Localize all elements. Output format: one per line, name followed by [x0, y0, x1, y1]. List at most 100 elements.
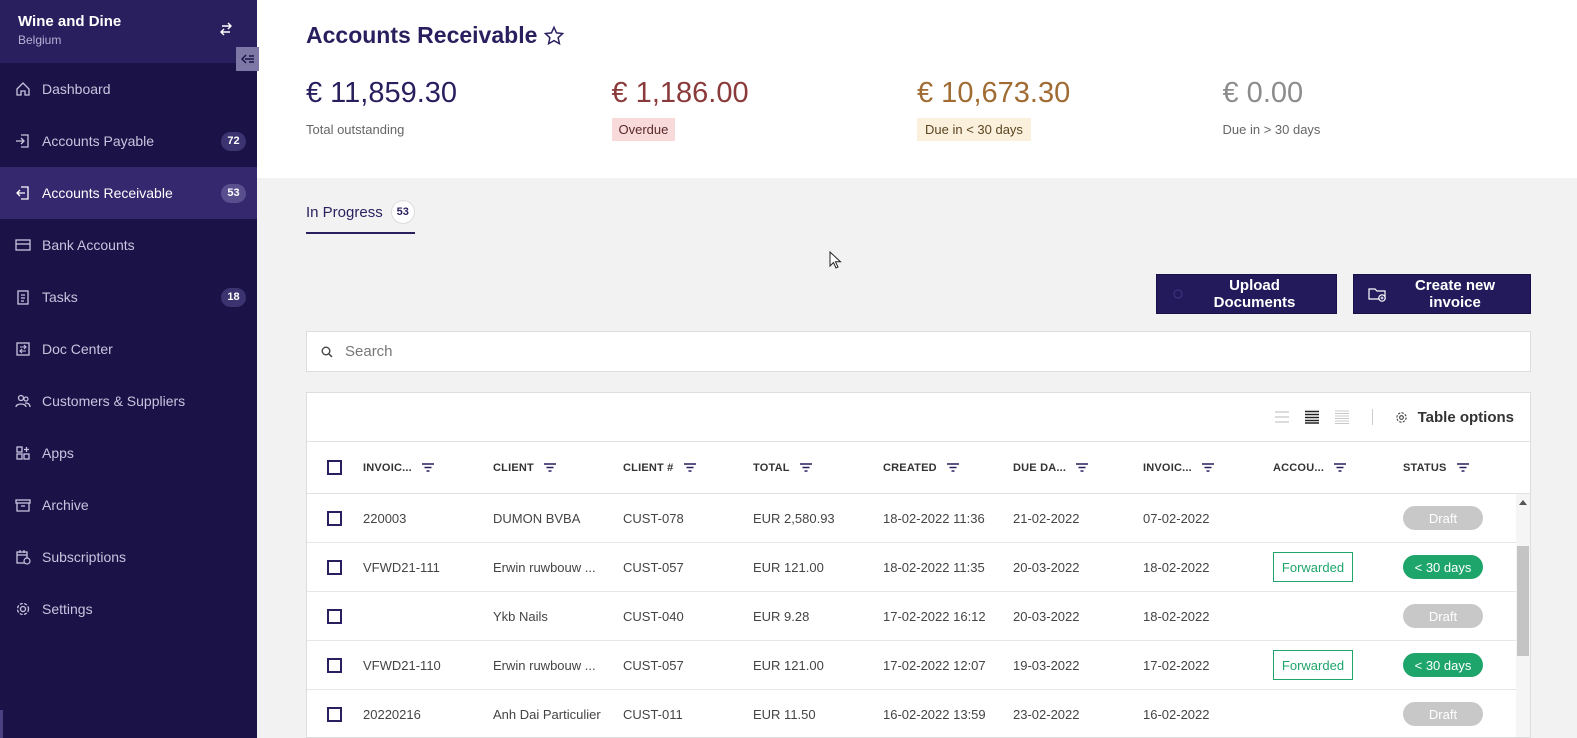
status-cell: < 30 days: [1403, 543, 1483, 591]
kpi-label: Due in > 30 days: [1222, 122, 1321, 137]
filter-icon[interactable]: [946, 463, 959, 472]
column-header[interactable]: CLIENT: [493, 462, 556, 474]
row-checkbox-cell: [327, 641, 342, 689]
main-content: Accounts Receivable € 11,859.30 Total ou…: [257, 0, 1577, 738]
table-options-button[interactable]: Table options: [1395, 409, 1514, 426]
sidebar-item-accounts-payable[interactable]: Accounts Payable 72: [0, 115, 257, 167]
sidebar-item-archive[interactable]: Archive: [0, 479, 257, 531]
client-number: CUST-057: [623, 559, 684, 575]
column-header[interactable]: ACCOU...: [1273, 462, 1347, 474]
kpi-value: € 1,186.00: [611, 77, 749, 109]
org-country: Belgium: [18, 33, 62, 47]
invoice-total: EUR 121.00: [753, 559, 824, 575]
toolbar-divider: [1371, 409, 1373, 425]
status-cell: Draft: [1403, 690, 1483, 737]
folder-plus-icon: [1368, 286, 1388, 302]
org-name: Wine and Dine: [18, 13, 122, 30]
filter-icon[interactable]: [543, 463, 556, 472]
created-date: 16-02-2022 13:59: [883, 706, 986, 722]
filter-icon[interactable]: [799, 463, 812, 472]
status-cell: < 30 days: [1403, 641, 1483, 689]
select-all-checkbox-cell: [327, 460, 342, 475]
spinner-icon: [1173, 289, 1183, 299]
sidebar-item-label: Bank Accounts: [42, 237, 135, 253]
switch-arrows-icon[interactable]: [217, 20, 235, 38]
table-scrollbar[interactable]: [1516, 494, 1530, 737]
kpi-overdue[interactable]: € 1,186.00 Overdue: [611, 77, 918, 141]
scrollbar-thumb[interactable]: [1517, 546, 1529, 656]
sidebar-item-bank-accounts[interactable]: Bank Accounts: [0, 219, 257, 271]
invoice-total: EUR 11.50: [753, 706, 816, 722]
kpi-due-over-30[interactable]: € 0.00 Due in > 30 days: [1223, 77, 1529, 141]
filter-icon[interactable]: [1334, 463, 1347, 472]
clipboard-icon: [14, 288, 32, 306]
sidebar-item-customers-suppliers[interactable]: Customers & Suppliers: [0, 375, 257, 427]
client-number: CUST-078: [623, 510, 684, 526]
archive-icon: [14, 496, 32, 514]
density-default-icon[interactable]: [1304, 410, 1320, 424]
table-row[interactable]: VFWD21-111 Erwin ruwbouw ... CUST-057 EU…: [307, 543, 1530, 592]
tab-in-progress[interactable]: In Progress 53: [306, 200, 415, 234]
row-checkbox[interactable]: [327, 657, 342, 673]
search-input[interactable]: [345, 343, 1445, 360]
row-checkbox[interactable]: [327, 608, 342, 624]
invoice-date: 07-02-2022: [1143, 510, 1210, 526]
sidebar-item-label: Settings: [42, 601, 93, 617]
invoice-date: 17-02-2022: [1143, 657, 1210, 673]
upload-documents-button[interactable]: Upload Documents: [1156, 274, 1337, 314]
column-header[interactable]: INVOIC...: [1143, 462, 1214, 474]
table-row[interactable]: 220003 DUMON BVBA CUST-078 EUR 2,580.93 …: [307, 494, 1530, 543]
filter-icon[interactable]: [421, 463, 434, 472]
kpi-due-under-30[interactable]: € 10,673.30 Due in < 30 days: [917, 77, 1223, 141]
sidebar-item-settings[interactable]: Settings: [0, 583, 257, 635]
home-icon: [14, 80, 32, 98]
column-header[interactable]: TOTAL: [753, 462, 812, 474]
sidebar-item-doc-center[interactable]: Doc Center: [0, 323, 257, 375]
due-date: 20-03-2022: [1013, 608, 1080, 624]
filter-icon[interactable]: [1076, 463, 1089, 472]
gear-icon: [1395, 411, 1408, 424]
due-date: 20-03-2022: [1013, 559, 1080, 575]
search-icon: [321, 346, 333, 358]
sidebar-item-label: Archive: [42, 497, 89, 513]
density-compact-icon[interactable]: [1334, 410, 1350, 424]
forwarded-badge: Forwarded: [1273, 552, 1353, 582]
invoice-date: 18-02-2022: [1143, 559, 1210, 575]
select-all-checkbox[interactable]: [327, 460, 342, 475]
filter-icon[interactable]: [1456, 463, 1469, 472]
column-label: STATUS: [1403, 461, 1447, 474]
org-switcher[interactable]: Wine and Dine Belgium: [0, 0, 257, 63]
row-checkbox[interactable]: [327, 706, 342, 722]
filter-icon[interactable]: [683, 463, 696, 472]
sidebar-item-tasks[interactable]: Tasks 18: [0, 271, 257, 323]
density-comfortable-icon[interactable]: [1274, 410, 1290, 424]
page-title: Accounts Receivable: [306, 22, 538, 48]
column-header[interactable]: CLIENT #: [623, 462, 696, 474]
table-row[interactable]: Ykb Nails CUST-040 EUR 9.28 17-02-2022 1…: [307, 592, 1530, 641]
sidebar-item-label: Customers & Suppliers: [42, 393, 186, 409]
sidebar-item-accounts-receivable[interactable]: Accounts Receivable 53: [0, 167, 257, 219]
sidebar-item-subscriptions[interactable]: Subscriptions: [0, 531, 257, 583]
filter-icon[interactable]: [1201, 463, 1214, 472]
sidebar-nav: Dashboard Accounts Payable 72 Accounts R…: [0, 63, 257, 635]
scroll-up-arrow-icon[interactable]: [1519, 500, 1527, 505]
kpi-total-outstanding[interactable]: € 11,859.30 Total outstanding: [306, 77, 612, 141]
gear-icon: [14, 600, 32, 618]
column-label: CLIENT #: [623, 461, 674, 474]
table-row[interactable]: VFWD21-110 Erwin ruwbouw ... CUST-057 EU…: [307, 641, 1530, 690]
column-header[interactable]: DUE DA...: [1013, 462, 1089, 474]
row-checkbox[interactable]: [327, 559, 342, 575]
create-invoice-button[interactable]: Create new invoice: [1353, 274, 1531, 314]
sidebar-item-apps[interactable]: Apps: [0, 427, 257, 479]
due-date: 21-02-2022: [1013, 510, 1080, 526]
column-header[interactable]: CREATED: [883, 462, 959, 474]
sidebar-item-dashboard[interactable]: Dashboard: [0, 63, 257, 115]
favorite-star-icon[interactable]: [543, 25, 565, 47]
collapse-sidebar-button[interactable]: [236, 47, 259, 71]
row-checkbox[interactable]: [327, 510, 342, 526]
sidebar: Wine and Dine Belgium Dashboard Accounts…: [0, 0, 259, 738]
column-header[interactable]: STATUS: [1403, 462, 1469, 474]
table-row[interactable]: 20220216 Anh Dai Particulier CUST-011 EU…: [307, 690, 1530, 737]
created-date: 18-02-2022 11:36: [883, 510, 985, 526]
column-header[interactable]: INVOIC...: [363, 462, 434, 474]
